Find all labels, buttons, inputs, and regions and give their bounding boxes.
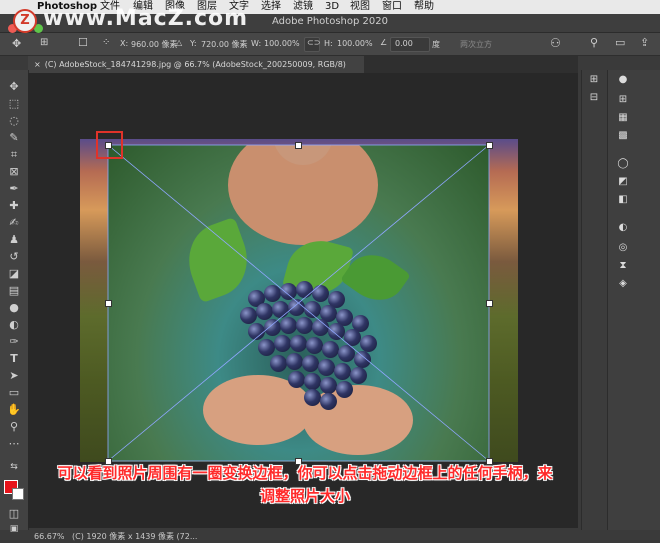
- menu-window[interactable]: 窗口: [382, 0, 402, 14]
- delta-icon[interactable]: △: [176, 38, 182, 47]
- y-field[interactable]: 720.00 像素: [201, 39, 248, 50]
- path-select-icon[interactable]: ➤: [7, 369, 21, 383]
- x-field[interactable]: 960.00 像素: [131, 39, 178, 50]
- panel-dock: ● ⊞ ▦ ▩ ◯ ◩ ◧ ◐ ◎ ⧗ ◈: [607, 70, 660, 530]
- angle-value: 0.00: [395, 39, 413, 48]
- options-bar: ✥ ⊞ ☐ ⁘ X: 960.00 像素 △ Y: 720.00 像素 W: 1…: [0, 33, 660, 56]
- document-tab-label: (C) AdobeStock_184741298.jpg @ 66.7% (Ad…: [44, 60, 346, 69]
- link-icon: ⊂⊃: [307, 38, 321, 47]
- watermark-logo: Z: [13, 9, 37, 33]
- healing-icon[interactable]: ✚: [7, 199, 21, 213]
- workspace-icon[interactable]: ▭: [615, 36, 625, 49]
- document-tab-bar: × (C) AdobeStock_184741298.jpg @ 66.7% (A…: [28, 56, 578, 73]
- caption-line-2: 调整照片大小: [259, 487, 350, 505]
- marquee-icon[interactable]: ⬚: [7, 97, 21, 111]
- lasso-icon[interactable]: ◌: [7, 114, 21, 128]
- quick-select-icon[interactable]: ✎: [7, 131, 21, 145]
- move-tool-icon[interactable]: ✥: [12, 37, 21, 50]
- h-label: H:: [324, 39, 333, 48]
- reference-point-icon[interactable]: ⊞: [40, 37, 48, 48]
- lightbulb-icon[interactable]: ◯: [617, 158, 629, 170]
- reference-grid-icon[interactable]: ⁘: [102, 37, 110, 48]
- document-info: (C) 1920 像素 x 1439 像素 (72...: [72, 532, 198, 541]
- history-icon[interactable]: ⊞: [588, 74, 600, 86]
- gradient-icon[interactable]: ▤: [7, 284, 21, 298]
- history-brush-icon[interactable]: ↺: [7, 250, 21, 264]
- zoom-level[interactable]: 66.67%: [34, 530, 65, 543]
- brush-settings-icon[interactable]: ⊟: [588, 92, 600, 104]
- brush-icon[interactable]: ✍: [7, 216, 21, 230]
- angle-icon: ∠: [380, 38, 388, 47]
- gradients-icon[interactable]: ▦: [617, 112, 629, 124]
- move-icon[interactable]: ✥: [7, 80, 21, 94]
- tutorial-caption: 可以看到照片周围有一圈变换边框，你可以点击拖动边框上的任何手柄，来 调整照片大小: [0, 462, 610, 508]
- paths-icon[interactable]: ⧗: [617, 260, 629, 272]
- color-icon[interactable]: ●: [617, 74, 629, 86]
- collapsed-panel-strip: ⊞ ⊟: [581, 70, 607, 530]
- pen-icon[interactable]: ✑: [7, 335, 21, 349]
- properties-icon[interactable]: ◧: [617, 194, 629, 206]
- swatches-icon[interactable]: ⊞: [617, 94, 629, 106]
- menu-3d[interactable]: 3D: [325, 0, 339, 14]
- transform-handle-left[interactable]: [105, 300, 112, 307]
- rectangle-icon[interactable]: ▭: [7, 386, 21, 400]
- type-icon[interactable]: T: [7, 352, 21, 366]
- channels-icon[interactable]: ◎: [617, 242, 629, 254]
- h-field[interactable]: 100.00%: [337, 39, 373, 48]
- share-icon[interactable]: ⇪: [640, 36, 649, 49]
- w-field[interactable]: 100.00%: [264, 39, 300, 48]
- frame-icon[interactable]: ⊠: [7, 165, 21, 179]
- menu-view[interactable]: 视图: [350, 0, 370, 14]
- dodge-icon[interactable]: ◐: [7, 318, 21, 332]
- zoom-icon[interactable]: ⚲: [7, 420, 21, 434]
- menu-filter[interactable]: 滤镜: [293, 0, 313, 14]
- y-label: Y:: [190, 39, 197, 48]
- menu-select[interactable]: 选择: [261, 0, 281, 14]
- warp-mode-icon[interactable]: ⚇: [550, 36, 561, 50]
- document-tab[interactable]: × (C) AdobeStock_184741298.jpg @ 66.7% (A…: [28, 56, 364, 73]
- highlight-box: [96, 131, 123, 159]
- interpolation-select[interactable]: 两次立方: [460, 39, 492, 50]
- quick-mask-icon[interactable]: ◫: [7, 507, 21, 521]
- angle-unit: 度: [432, 40, 440, 49]
- x-label: X:: [120, 39, 129, 48]
- crop-icon[interactable]: ⌗: [7, 148, 21, 162]
- transform-handle-right[interactable]: [486, 300, 493, 307]
- blur-icon[interactable]: ●: [7, 301, 21, 315]
- eyedropper-icon[interactable]: ✒: [7, 182, 21, 196]
- patterns-icon[interactable]: ▩: [617, 130, 629, 142]
- stamp-icon[interactable]: ♟: [7, 233, 21, 247]
- search-icon[interactable]: ⚲: [590, 36, 598, 49]
- watermark-text: www.MacZ.com: [43, 6, 249, 31]
- watermark-logo-letter: Z: [20, 13, 30, 28]
- caption-line-1: 可以看到照片周围有一圈变换边框，你可以点击拖动边框上的任何手柄，来: [57, 464, 553, 482]
- w-label: W:: [251, 39, 262, 48]
- transform-handle-top-right[interactable]: [486, 142, 493, 149]
- status-bar: 66.67% (C) 1920 像素 x 1439 像素 (72...: [28, 530, 660, 543]
- transform-handle-top[interactable]: [295, 142, 302, 149]
- layers-icon[interactable]: ◈: [617, 278, 629, 290]
- more-icon[interactable]: ⋯: [7, 437, 21, 451]
- tab-close-icon[interactable]: ×: [34, 60, 41, 69]
- screen-mode-icon[interactable]: ▣: [7, 522, 21, 536]
- menu-help[interactable]: 帮助: [414, 0, 434, 14]
- reference-toggle-icon[interactable]: ☐: [78, 36, 88, 49]
- hand-icon[interactable]: ✋: [7, 403, 21, 417]
- styles-icon[interactable]: ◐: [617, 222, 629, 234]
- eraser-icon[interactable]: ◪: [7, 267, 21, 281]
- adjustments-icon[interactable]: ◩: [617, 176, 629, 188]
- tools-panel: ✥ ⬚ ◌ ✎ ⌗ ⊠ ✒ ✚ ✍ ♟ ↺ ◪ ▤ ● ◐ ✑ T ➤ ▭ ✋ …: [0, 70, 29, 534]
